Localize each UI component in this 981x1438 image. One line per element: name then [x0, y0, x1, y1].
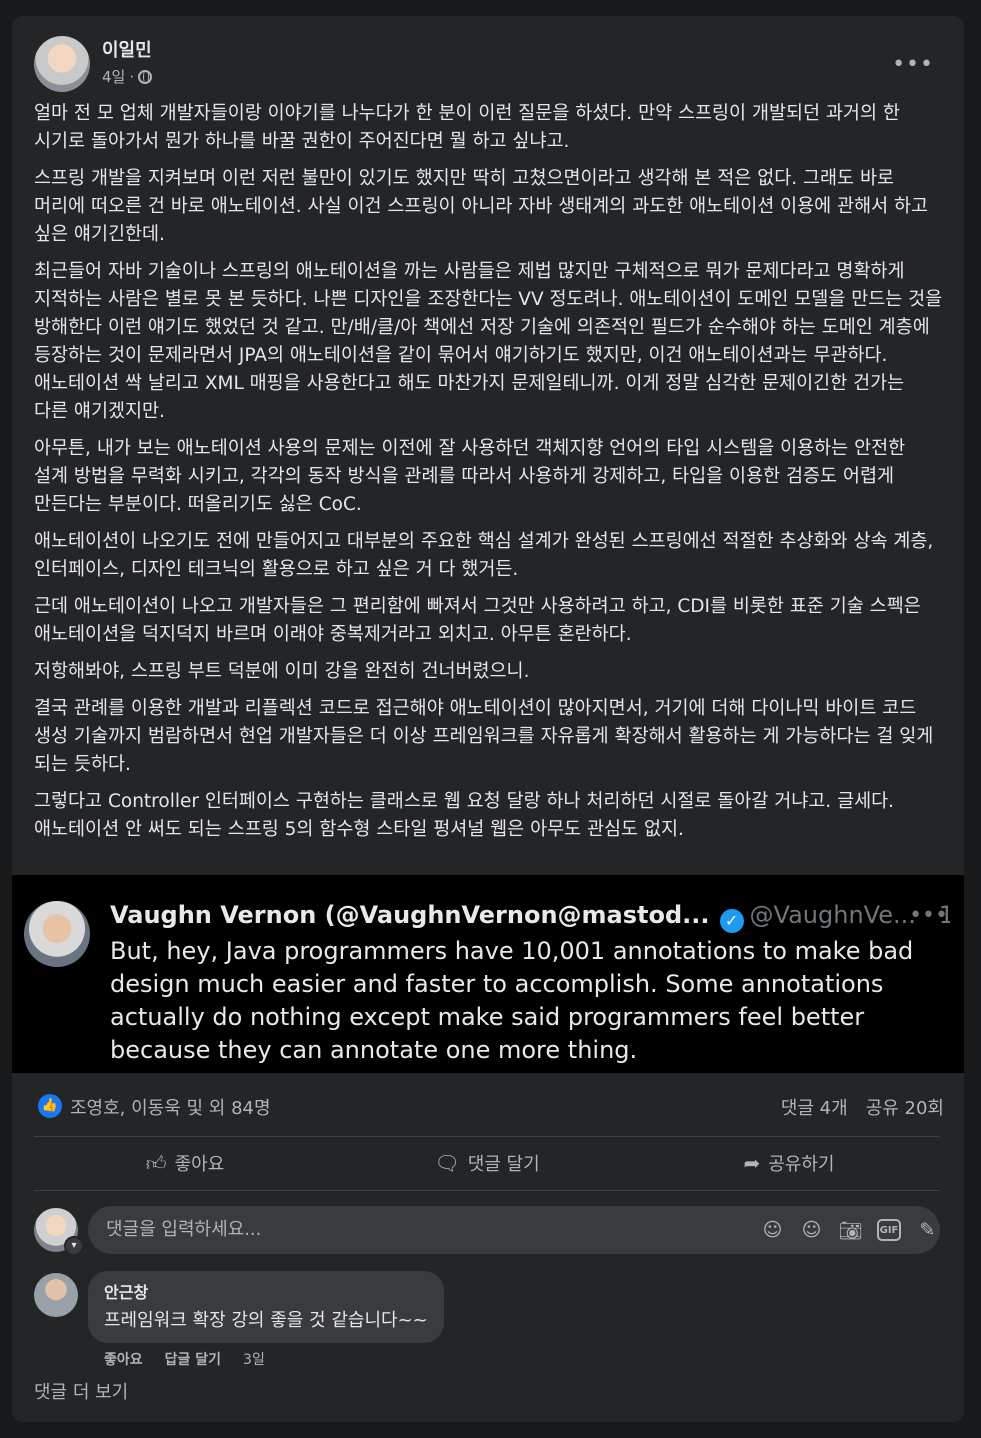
chevron-down-icon[interactable]: ▾	[64, 1236, 84, 1256]
commenter-avatar[interactable]	[34, 1273, 78, 1317]
sticker-icon[interactable]: ✎	[915, 1218, 940, 1243]
divider	[34, 1190, 940, 1191]
comment-icon: 🗨︎	[434, 1151, 460, 1175]
post-body: 얼마 전 모 업체 개발자들이랑 이야기를 나누다가 한 분이 이런 질문을 하…	[34, 100, 944, 853]
post-paragraph: 스프링 개발을 지켜보며 이런 저런 불만이 있기도 했지만 딱히 고쳤으면이라…	[34, 168, 929, 245]
post-meta: 4일 ·	[102, 66, 153, 87]
verified-icon: ✓	[719, 909, 744, 933]
like-label: 좋아요	[174, 1154, 225, 1175]
reaction-summary: 👍 조영호, 이동욱 및 외 84명 댓글 4개 공유 20회	[34, 1089, 944, 1125]
comment-composer: ▾ 댓글을 입력하세요... ☺ ☺ 📷︎ GIF ✎	[34, 1206, 940, 1256]
author-avatar[interactable]	[34, 36, 90, 92]
view-more-comments[interactable]: 댓글 더 보기	[34, 1378, 128, 1404]
more-options-icon[interactable]: •••	[892, 52, 934, 77]
thumbs-up-icon: 👍︎	[145, 1150, 167, 1175]
share-icon: ➦	[743, 1151, 761, 1175]
share-button[interactable]: ➦ 공유하기	[638, 1141, 940, 1185]
tweet-avatar	[24, 901, 90, 967]
comment-count[interactable]: 댓글 4개	[781, 1094, 848, 1120]
globe-icon	[138, 69, 153, 84]
meta-separator: ·	[129, 67, 135, 86]
comment-reply-link[interactable]: 답글 달기	[165, 1349, 221, 1369]
emoji-icon[interactable]: ☺	[799, 1218, 824, 1243]
post-time[interactable]: 4일	[102, 66, 125, 87]
comment-actions: 좋아요 답글 달기 3일	[104, 1349, 265, 1369]
post-paragraph: 애노테이션이 나오기도 전에 만들어지고 대부분의 주요한 핵심 설계가 완성된…	[34, 531, 934, 580]
tweet-text: But, hey, Java programmers have 10,001 a…	[110, 937, 914, 1064]
comment-bubble: 안근창 프레임워크 확장 강의 좋을 것 같습니다~~	[88, 1271, 444, 1343]
tweet-author-name: Vaughn Vernon (@VaughnVernon@mastod...	[110, 901, 710, 929]
tweet-more-icon: •••	[909, 903, 948, 928]
post-header: 이일민 4일 · •••	[34, 34, 944, 94]
engagement-counts: 댓글 4개 공유 20회	[781, 1094, 944, 1120]
embedded-tweet-image[interactable]: Vaughn Vernon (@VaughnVernon@mastod... ✓ @…	[12, 875, 964, 1073]
comment-label: 댓글 달기	[467, 1154, 540, 1175]
share-count[interactable]: 공유 20회	[866, 1094, 944, 1120]
camera-icon[interactable]: 📷︎	[838, 1218, 863, 1243]
comment-text: 프레임워크 확장 강의 좋을 것 같습니다~~	[104, 1310, 428, 1331]
post-paragraph: 저항해봐야, 스프링 부트 덕분에 이미 강을 완전히 건너버렸으니.	[34, 661, 530, 682]
post-paragraph: 결국 관례를 이용한 개발과 리플렉션 코드로 접근해야 애노테이션이 많아지면…	[34, 698, 934, 775]
post-paragraph: 아무튼, 내가 보는 애노테이션 사용의 문제는 이전에 잘 사용하던 객체지향…	[34, 438, 906, 515]
post-paragraph: 그렇다고 Controller 인터페이스 구현하는 클래스로 웹 요청 달랑 …	[34, 791, 895, 840]
author-name[interactable]: 이일민	[102, 36, 152, 62]
post-paragraph: 최근들어 자바 기술이나 스프링의 애노테이션을 까는 사람들은 제법 많지만 …	[34, 261, 943, 422]
comment-button[interactable]: 🗨︎ 댓글 달기	[336, 1141, 638, 1185]
comment-like-link[interactable]: 좋아요	[104, 1349, 143, 1369]
post-paragraph: 근데 애노테이션이 나오고 개발자들은 그 편리함에 빠져서 그것만 사용하려고…	[34, 596, 921, 645]
comment-time[interactable]: 3일	[243, 1349, 265, 1369]
like-reaction-icon: 👍	[38, 1094, 62, 1118]
composer-tools: ☺ ☺ 📷︎ GIF ✎	[760, 1206, 940, 1254]
commenter-name[interactable]: 안근창	[104, 1279, 428, 1303]
post-paragraph: 얼마 전 모 업체 개발자들이랑 이야기를 나누다가 한 분이 이런 질문을 하…	[34, 103, 900, 152]
action-bar: 👍︎ 좋아요 🗨︎ 댓글 달기 ➦ 공유하기	[34, 1141, 940, 1185]
share-label: 공유하기	[768, 1154, 835, 1175]
avatar-sticker-icon[interactable]: ☺	[760, 1218, 785, 1243]
divider	[34, 1136, 940, 1137]
tweet-handle: @VaughnVe...	[749, 901, 916, 929]
gif-icon[interactable]: GIF	[877, 1219, 901, 1241]
reactor-names[interactable]: 조영호, 이동욱 및 외 84명	[70, 1094, 271, 1120]
tweet-header: Vaughn Vernon (@VaughnVernon@mastod... ✓ @…	[110, 901, 950, 933]
like-button[interactable]: 👍︎ 좋아요	[34, 1141, 336, 1185]
post-card: 이일민 4일 · ••• 얼마 전 모 업체 개발자들이랑 이야기를 나누다가 …	[12, 16, 964, 1422]
